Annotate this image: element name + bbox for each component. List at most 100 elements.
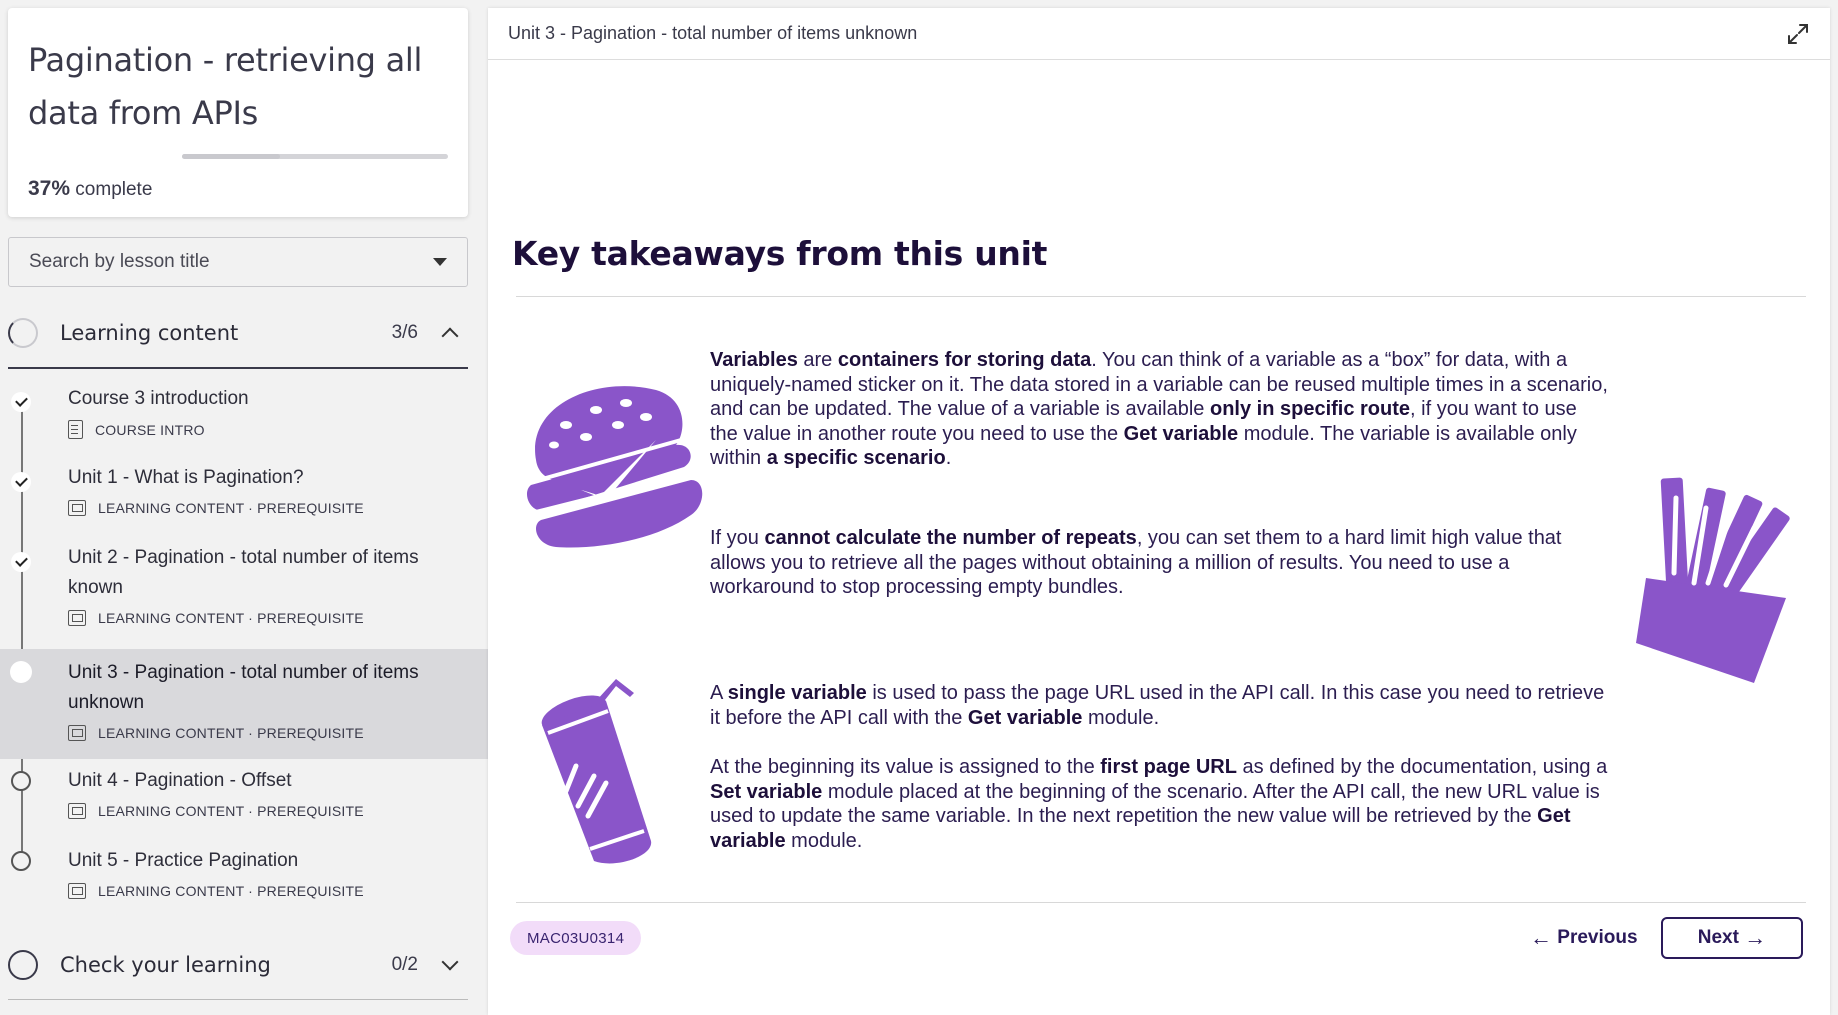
lesson-header-title: Unit 3 - Pagination - total number of it… — [508, 23, 918, 43]
page-heading: Key takeaways from this unit — [512, 234, 1048, 273]
body-text: are — [797, 349, 838, 371]
lesson-meta-text: LEARNING CONTENT · PREREQUISITE — [98, 883, 364, 899]
lesson-item-unit-4[interactable]: Unit 4 - Pagination - Offset LEARNING CO… — [0, 767, 488, 837]
soda-cup-illustration — [541, 679, 652, 864]
body-text: A — [710, 682, 728, 704]
section-count: 3/6 — [391, 322, 418, 343]
lesson-meta-text: LEARNING CONTENT · PREREQUISITE — [98, 610, 364, 626]
emphasis-text: cannot calculate the number of repeats — [764, 527, 1137, 549]
lesson-meta: LEARNING CONTENT · PREREQUISITE — [68, 803, 364, 819]
section-learning-content[interactable]: Learning content 3/6 — [8, 304, 468, 362]
slides-icon — [68, 500, 86, 516]
section-title: Learning content — [60, 321, 239, 345]
next-label: Next — [1697, 927, 1739, 948]
current-lesson-dot-icon — [10, 661, 32, 683]
emphasis-text: containers for storing data — [837, 349, 1092, 371]
takeaway-set-get-variable: At the beginning its value is assigned t… — [710, 755, 1610, 853]
takeaway-variables: Variables are containers for storing dat… — [710, 348, 1610, 471]
takeaway-repeats: If you cannot calculate the number of re… — [710, 526, 1610, 600]
lesson-meta-text: LEARNING CONTENT · PREREQUISITE — [98, 725, 364, 741]
slides-icon — [68, 725, 86, 741]
lesson-item-unit-2[interactable]: Unit 2 - Pagination - total number of it… — [0, 540, 488, 640]
expand-fullscreen-icon[interactable] — [1786, 22, 1810, 46]
lesson-meta-text: COURSE INTRO — [95, 421, 205, 438]
chevron-up-icon[interactable] — [441, 327, 459, 345]
emphasis-text: Get variable — [967, 706, 1083, 729]
lesson-meta-text: LEARNING CONTENT · PREREQUISITE — [98, 803, 364, 819]
progress-percent: 37% — [28, 177, 71, 200]
app-root: Pagination - retrieving all data from AP… — [0, 0, 1838, 1015]
slides-icon — [68, 803, 86, 819]
completed-check-icon — [11, 552, 31, 572]
emphasis-text: first page URL — [1100, 756, 1237, 778]
search-placeholder: Search by lesson title — [29, 251, 210, 272]
caret-down-icon — [433, 258, 447, 266]
completed-check-icon — [11, 392, 31, 412]
course-sidebar: Pagination - retrieving all data from AP… — [0, 0, 488, 1015]
lesson-header: Unit 3 - Pagination - total number of it… — [488, 8, 1830, 60]
previous-button[interactable]: ← Previous — [1516, 917, 1652, 959]
lesson-code-badge: MAC03U0314 — [510, 921, 642, 955]
previous-label: Previous — [1557, 927, 1638, 948]
lesson-content-panel: Unit 3 - Pagination - total number of it… — [488, 8, 1830, 1015]
lesson-meta: COURSE INTRO — [68, 420, 205, 439]
completed-check-icon — [11, 472, 31, 492]
progress-suffix: complete — [70, 179, 153, 200]
incomplete-circle-icon — [11, 771, 31, 791]
section-divider — [8, 367, 468, 369]
emphasis-text: Set variable — [710, 780, 823, 803]
lesson-search-select[interactable]: Search by lesson title — [8, 237, 468, 287]
lesson-item-unit-5[interactable]: Unit 5 - Practice Pagination LEARNING CO… — [0, 847, 488, 917]
body-text: module. — [1082, 706, 1160, 729]
slides-icon — [68, 883, 86, 899]
heading-divider — [516, 296, 1806, 297]
arrow-right-icon: → — [1744, 925, 1767, 950]
lesson-meta: LEARNING CONTENT · PREREQUISITE — [68, 883, 364, 899]
section-check-your-learning[interactable]: Check your learning 0/2 — [8, 936, 468, 994]
lesson-item-unit-3[interactable]: Unit 3 - Pagination - total number of it… — [0, 649, 488, 759]
body-text: module placed at the beginning of the sc… — [710, 780, 1600, 828]
lesson-meta: LEARNING CONTENT · PREREQUISITE — [68, 500, 364, 516]
section-progress-ring-icon — [8, 318, 38, 348]
burger-illustration — [526, 386, 703, 548]
next-button[interactable]: Next → — [1661, 917, 1803, 959]
section-count: 0/2 — [391, 954, 418, 975]
lesson-meta-text: LEARNING CONTENT · PREREQUISITE — [98, 500, 364, 516]
progress-bar-fill — [182, 154, 281, 159]
lesson-item-course-intro[interactable]: Course 3 introduction COURSE INTRO — [0, 380, 488, 450]
body-text: as defined by the documentation, using a — [1236, 756, 1608, 778]
chevron-down-icon[interactable] — [441, 953, 459, 971]
emphasis-text: a specific scenario — [766, 447, 946, 469]
section-progress-ring-icon — [8, 950, 38, 980]
lesson-title: Unit 2 - Pagination - total number of it… — [68, 547, 419, 598]
emphasis-text: Variables — [710, 349, 798, 371]
body-text: . — [945, 447, 952, 469]
emphasis-text: only in specific route — [1209, 398, 1411, 420]
lesson-title: Unit 5 - Practice Pagination — [68, 850, 299, 871]
section-title: Check your learning — [60, 953, 271, 977]
body-text: At the beginning its value is assigned t… — [710, 756, 1101, 778]
lesson-title: Course 3 introduction — [68, 388, 249, 409]
lesson-title: Unit 1 - What is Pagination? — [68, 467, 304, 488]
body-text: module. — [785, 829, 863, 852]
footer-divider — [516, 902, 1806, 903]
takeaway-single-variable: A single variable is used to pass the pa… — [710, 681, 1610, 730]
slides-icon — [68, 610, 86, 626]
lesson-meta: LEARNING CONTENT · PREREQUISITE — [68, 725, 364, 741]
lesson-item-unit-1[interactable]: Unit 1 - What is Pagination? LEARNING CO… — [0, 460, 488, 530]
document-icon — [68, 420, 83, 439]
lesson-title: Unit 3 - Pagination - total number of it… — [68, 662, 419, 713]
course-card: Pagination - retrieving all data from AP… — [8, 8, 468, 217]
fries-illustration — [1636, 477, 1790, 683]
section-divider — [8, 999, 468, 1000]
lesson-meta: LEARNING CONTENT · PREREQUISITE — [68, 610, 364, 626]
course-title: Pagination - retrieving all data from AP… — [28, 41, 423, 132]
arrow-left-icon: ← — [1530, 925, 1552, 950]
lesson-title: Unit 4 - Pagination - Offset — [68, 770, 292, 791]
incomplete-circle-icon — [11, 851, 31, 871]
progress-text: 37% complete — [28, 177, 152, 201]
emphasis-text: single variable — [727, 682, 867, 704]
progress-bar — [182, 154, 448, 159]
body-text: If you — [710, 527, 765, 549]
emphasis-text: Get variable — [1123, 422, 1239, 445]
